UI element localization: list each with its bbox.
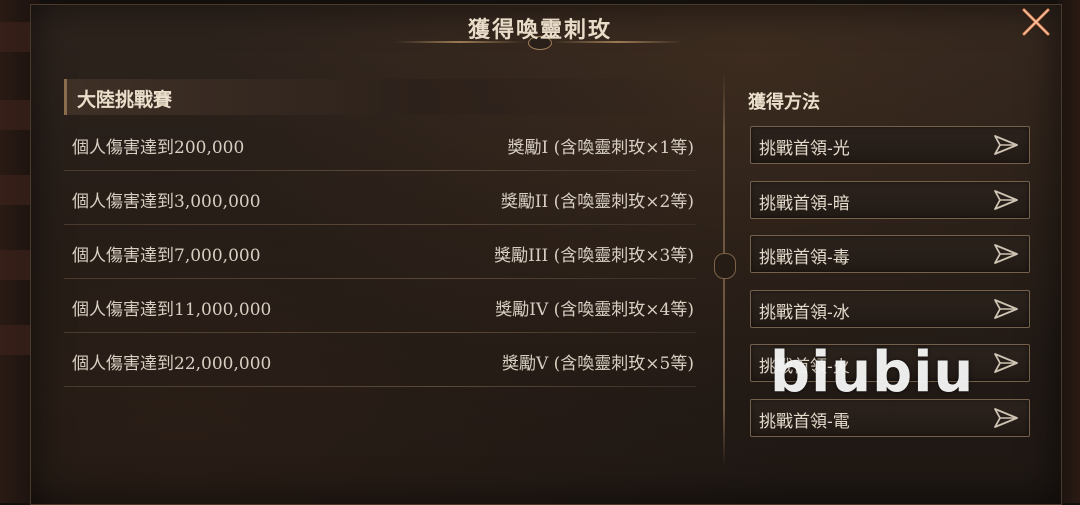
method-button-label: 挑戰首領-電 [759, 412, 850, 432]
methods-section-title: 獲得方法 [748, 92, 820, 113]
damage-requirement: 個人傷害達到3,000,000 [72, 192, 261, 212]
go-arrow-icon [994, 299, 1018, 319]
method-button-label: 挑戰首領-光 [759, 139, 850, 159]
go-arrow-icon [994, 135, 1018, 155]
background-tab [0, 175, 34, 205]
background-tab [0, 100, 34, 130]
reward-row: 個人傷害達到3,000,000 獎勵II (含喚靈刺玫×2等) [64, 175, 696, 225]
row-divider [64, 386, 696, 387]
row-divider [64, 170, 696, 171]
row-divider [64, 332, 696, 333]
reward-description: 獎勵I (含喚靈刺玫×1等) [507, 138, 694, 158]
background-tab [0, 325, 34, 355]
watermark-logo: biubiu [770, 340, 975, 405]
close-button[interactable] [1018, 4, 1054, 40]
method-button-light[interactable]: 挑戰首領-光 [750, 126, 1030, 164]
row-divider [64, 224, 696, 225]
dialog-title: 獲得喚靈刺玫 [467, 17, 612, 43]
row-divider [64, 278, 696, 279]
reward-description: 獎勵II (含喚靈刺玫×2等) [500, 192, 694, 212]
go-arrow-icon [994, 244, 1018, 264]
method-button-dark[interactable]: 挑戰首領-暗 [750, 181, 1030, 219]
rewards-section-title: 大陸挑戰賽 [77, 89, 173, 111]
divider-ornament [714, 253, 736, 279]
method-button-label: 挑戰首領-暗 [759, 194, 850, 214]
method-button-poison[interactable]: 挑戰首領-毒 [750, 235, 1030, 273]
reward-row: 個人傷害達到200,000 獎勵I (含喚靈刺玫×1等) [64, 121, 696, 171]
rewards-section-header: 大陸挑戰賽 [64, 79, 695, 115]
go-arrow-icon [994, 190, 1018, 210]
dialog-header: 獲得喚靈刺玫 [390, 6, 690, 50]
background-tab [0, 250, 34, 280]
reward-description: 獎勵V (含喚靈刺玫×5等) [501, 354, 694, 374]
damage-requirement: 個人傷害達到7,000,000 [72, 246, 261, 266]
go-arrow-icon [994, 408, 1018, 428]
close-icon [1022, 8, 1050, 36]
reward-row: 個人傷害達到11,000,000 獎勵IV (含喚靈刺玫×4等) [64, 283, 696, 333]
reward-description: 獎勵IV (含喚靈刺玫×4等) [495, 300, 694, 320]
method-button-label: 挑戰首領-冰 [759, 303, 850, 323]
reward-row: 個人傷害達到22,000,000 獎勵V (含喚靈刺玫×5等) [64, 337, 696, 387]
damage-requirement: 個人傷害達到22,000,000 [72, 354, 272, 374]
go-arrow-icon [994, 353, 1018, 373]
method-button-ice[interactable]: 挑戰首領-冰 [750, 290, 1030, 328]
method-button-label: 挑戰首領-毒 [759, 248, 850, 268]
background-tab [0, 22, 34, 52]
reward-description: 獎勵III (含喚靈刺玫×3等) [494, 246, 694, 266]
damage-requirement: 個人傷害達到11,000,000 [72, 300, 272, 320]
reward-row: 個人傷害達到7,000,000 獎勵III (含喚靈刺玫×3等) [64, 229, 696, 279]
damage-requirement: 個人傷害達到200,000 [72, 138, 245, 158]
